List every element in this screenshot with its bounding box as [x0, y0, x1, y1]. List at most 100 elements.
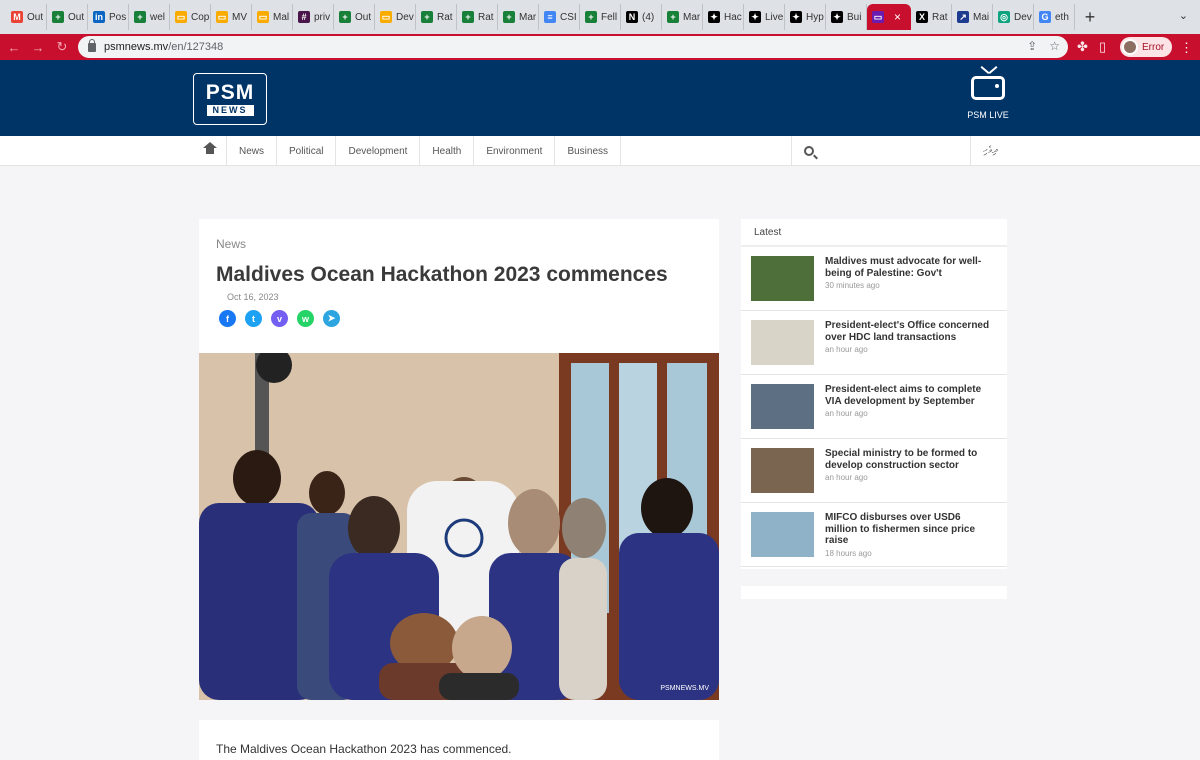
browser-tab[interactable]: + Mar [498, 4, 539, 30]
browser-tab[interactable]: + wel [129, 4, 170, 30]
browser-tab[interactable]: ✦ Live [744, 4, 785, 30]
news-thumbnail[interactable] [751, 320, 814, 365]
viber-share-icon[interactable]: v [271, 310, 288, 327]
browser-menu-icon[interactable]: ⋮ [1180, 40, 1193, 56]
tab-search-chevron-icon[interactable]: ⌄ [1179, 9, 1188, 22]
search-button[interactable] [791, 136, 971, 166]
profile-status-label: Error [1142, 41, 1165, 53]
bookmark-star-icon[interactable]: ☆ [1049, 39, 1060, 53]
back-button[interactable]: ← [4, 40, 24, 55]
latest-news-item[interactable]: Special ministry to be formed to develop… [741, 439, 1007, 503]
browser-tab[interactable]: ≡ CSI [539, 4, 580, 30]
tab-favicon-icon: N [626, 11, 638, 23]
browser-tab[interactable]: ✦ Bui [826, 4, 867, 30]
search-icon [804, 146, 814, 156]
browser-tab[interactable]: + Fell [580, 4, 621, 30]
browser-tab[interactable]: + Out [47, 4, 88, 30]
news-headline[interactable]: President-elect's Office concerned over … [825, 320, 995, 343]
nav-item-environment[interactable]: Environment [474, 136, 556, 166]
psm-live-button[interactable]: PSM LIVE [963, 76, 1013, 120]
tab-favicon-icon: ✦ [749, 11, 761, 23]
home-button[interactable] [193, 136, 227, 166]
browser-tab-after[interactable]: Geth [1034, 4, 1075, 30]
extensions-puzzle-icon[interactable]: ✤ [1077, 39, 1088, 55]
browser-tab[interactable]: # priv [293, 4, 334, 30]
reload-button[interactable]: ↻ [52, 39, 72, 55]
latest-news-item[interactable]: MIFCO disburses over USD6 million to fis… [741, 503, 1007, 567]
tab-favicon-icon: ▭ [257, 11, 269, 23]
browser-tab-after[interactable]: ◎ Dev [993, 4, 1034, 30]
whatsapp-share-icon[interactable]: w [297, 310, 314, 327]
news-thumbnail[interactable] [751, 384, 814, 429]
latest-news-item[interactable]: President-elect aims to complete VIA dev… [741, 375, 1007, 439]
browser-tab[interactable]: M Out [6, 4, 47, 30]
news-thumbnail[interactable] [751, 448, 814, 493]
forward-button[interactable]: → [28, 40, 48, 55]
address-bar[interactable]: psmnews.mv/en/127348 ⇪ ☆ [78, 36, 1068, 58]
news-headline[interactable]: Special ministry to be formed to develop… [825, 448, 995, 471]
browser-tab[interactable]: ▭ Mal [252, 4, 293, 30]
browser-tab[interactable]: + Out [334, 4, 375, 30]
article-photo: PSMNEWS.MV [199, 353, 719, 700]
url-host: psmnews.mv [104, 41, 169, 53]
nav-item-news[interactable]: News [227, 136, 278, 166]
browser-tab[interactable]: N (4) [621, 4, 662, 30]
tab-favicon-icon: ▭ [175, 11, 187, 23]
latest-news-item[interactable]: Maldives must advocate for well-being of… [741, 247, 1007, 311]
tab-favicon-icon: M [11, 11, 23, 23]
share-buttons: f t v w ➤ [219, 310, 340, 327]
browser-tab-after[interactable]: X Rat [911, 4, 952, 30]
tab-title: Cop [191, 11, 210, 23]
article-title: Maldives Ocean Hackathon 2023 commences [216, 263, 668, 286]
tab-favicon-icon: ▭ [216, 11, 228, 23]
browser-tab[interactable]: ✦ Hyp [785, 4, 826, 30]
news-headline[interactable]: Maldives must advocate for well-being of… [825, 256, 995, 279]
tab-title: MV [232, 11, 247, 23]
new-tab-button[interactable]: + [1079, 7, 1101, 28]
news-headline[interactable]: President-elect aims to complete VIA dev… [825, 384, 995, 407]
site-header: PSM NEWS PSM LIVE [0, 60, 1200, 136]
main-nav: News Political Development Health Environmen… [0, 136, 1200, 166]
home-icon [202, 142, 217, 157]
browser-tab[interactable]: ▭ MV [211, 4, 252, 30]
twitter-share-icon[interactable]: t [245, 310, 262, 327]
news-thumbnail[interactable] [751, 256, 814, 301]
news-timestamp: an hour ago [825, 473, 868, 482]
logo-sub-text: NEWS [206, 105, 254, 116]
browser-tab[interactable]: ▭ Cop [170, 4, 211, 30]
nav-item-political[interactable]: Political [277, 136, 337, 166]
news-headline[interactable]: MIFCO disburses over USD6 million to fis… [825, 512, 995, 547]
side-panel-icon[interactable]: ▯ [1099, 39, 1106, 55]
browser-tab[interactable]: in Pos [88, 4, 129, 30]
nav-item-development[interactable]: Development [336, 136, 421, 166]
browser-tab-after[interactable]: ↗ Mai [952, 4, 993, 30]
browser-tab[interactable]: ✦ Hac [703, 4, 744, 30]
tab-title: Out [68, 11, 85, 23]
sidebar-bottom-card [741, 586, 1007, 599]
tv-icon [971, 76, 1005, 100]
nav-item-business[interactable]: Business [555, 136, 622, 166]
facebook-share-icon[interactable]: f [219, 310, 236, 327]
browser-tab[interactable]: + Rat [457, 4, 498, 30]
latest-news-item[interactable]: President-elect's Office concerned over … [741, 311, 1007, 375]
browser-tab[interactable]: + Mar [662, 4, 703, 30]
profile-button[interactable]: Error [1120, 37, 1172, 57]
psm-live-label: PSM LIVE [967, 110, 1009, 120]
tab-favicon-icon: + [134, 11, 146, 23]
tab-title: Mar [519, 11, 537, 23]
tab-favicon-icon: + [339, 11, 351, 23]
tab-title: Mai [973, 11, 990, 23]
article-category[interactable]: News [216, 237, 246, 251]
browser-tab[interactable]: + Rat [416, 4, 457, 30]
psm-news-logo[interactable]: PSM NEWS [193, 73, 267, 125]
news-thumbnail[interactable] [751, 512, 814, 557]
article-date: Oct 16, 2023 [227, 292, 279, 302]
telegram-share-icon[interactable]: ➤ [323, 310, 340, 327]
browser-tab-active[interactable]: ▭ × [867, 4, 911, 30]
tab-favicon-icon: + [421, 11, 433, 23]
tab-close-icon[interactable]: × [894, 10, 901, 24]
dhivehi-language-link[interactable]: ދިވެހި [983, 145, 997, 156]
browser-tab[interactable]: ▭ Dev [375, 4, 416, 30]
share-page-icon[interactable]: ⇪ [1027, 39, 1037, 53]
nav-item-health[interactable]: Health [420, 136, 475, 166]
